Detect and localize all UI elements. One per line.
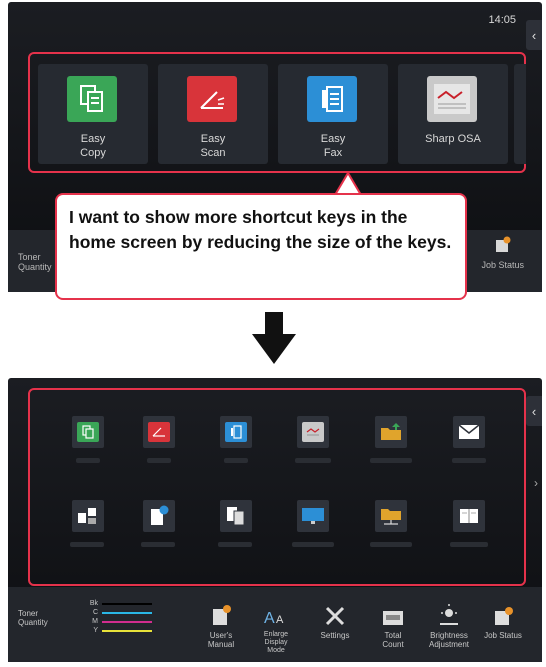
settings-label: Settings bbox=[320, 631, 350, 640]
next-key-peek bbox=[514, 64, 526, 164]
book-key[interactable] bbox=[453, 500, 485, 532]
easy-copy-label: Easy Copy bbox=[80, 133, 106, 159]
total-count-icon bbox=[383, 611, 403, 625]
easy-fax-key[interactable]: Easy Fax bbox=[278, 64, 388, 164]
side-panel-tab[interactable]: ‹ bbox=[526, 20, 542, 50]
key-label-placeholder bbox=[295, 458, 331, 463]
job-status-icon[interactable] bbox=[494, 236, 512, 259]
key-label-placeholder bbox=[224, 458, 248, 463]
email-key[interactable] bbox=[453, 416, 485, 448]
users-manual-icon bbox=[213, 605, 231, 625]
key-label-placeholder bbox=[370, 458, 412, 463]
key-label-placeholder bbox=[141, 542, 175, 547]
job-status-label[interactable]: Job Status bbox=[481, 260, 524, 270]
side-panel-tab[interactable]: ‹ bbox=[526, 396, 542, 426]
easy-copy-key[interactable]: Easy Copy bbox=[38, 64, 148, 164]
toner-bk-bar bbox=[102, 602, 152, 605]
brightness-icon bbox=[440, 604, 458, 625]
sharp-osa-key[interactable] bbox=[297, 416, 329, 448]
settings-icon bbox=[325, 606, 345, 626]
down-arrow-icon bbox=[252, 312, 296, 364]
job-status-button[interactable]: Job Status bbox=[473, 597, 533, 640]
users-manual-button[interactable]: User's Manual bbox=[191, 597, 251, 649]
easy-scan-label: Easy Scan bbox=[200, 133, 226, 159]
easy-fax-label: Easy Fax bbox=[320, 133, 346, 159]
svg-text:A: A bbox=[264, 610, 275, 627]
key-label-placeholder bbox=[450, 542, 488, 547]
key-label-placeholder bbox=[218, 542, 252, 547]
easy-scan-key[interactable] bbox=[143, 416, 175, 448]
callout-box: I want to show more shortcut keys in the… bbox=[55, 193, 467, 300]
key-label-placeholder bbox=[70, 542, 104, 547]
next-page-arrow[interactable]: › bbox=[534, 476, 538, 490]
document-info-key[interactable] bbox=[143, 500, 175, 532]
clock: 14:05 bbox=[488, 14, 516, 26]
callout-text: I want to show more shortcut keys in the… bbox=[69, 207, 452, 252]
toner-c-bar bbox=[102, 611, 152, 614]
job-status-icon bbox=[495, 607, 513, 625]
monitor-icon bbox=[302, 508, 324, 524]
network-folder-key[interactable] bbox=[375, 500, 407, 532]
svg-text:A: A bbox=[276, 614, 284, 626]
key-label-placeholder bbox=[452, 458, 486, 463]
key-label-placeholder bbox=[76, 458, 100, 463]
easy-copy-icon bbox=[77, 422, 99, 442]
folder-send-icon bbox=[381, 423, 401, 440]
easy-copy-icon bbox=[67, 76, 117, 122]
email-icon bbox=[458, 424, 480, 439]
book-icon bbox=[460, 509, 478, 523]
copy-stack-key[interactable] bbox=[220, 500, 252, 532]
enlarge-display-mode-button[interactable]: AA Enlarge Display Mode bbox=[246, 597, 306, 655]
toner-bk-label: Bk bbox=[89, 600, 98, 607]
small-shortcut-keys-highlight bbox=[28, 388, 526, 586]
home-screen-after: ‹ › Toner Quantity Bk C M Y User's Manua… bbox=[8, 378, 542, 662]
toner-m-label: M bbox=[92, 618, 98, 625]
easy-fax-key[interactable] bbox=[220, 416, 252, 448]
enlarge-display-label: Enlarge Display Mode bbox=[263, 631, 289, 654]
easy-copy-key[interactable] bbox=[72, 416, 104, 448]
copy-stack-icon bbox=[227, 507, 245, 526]
monitor-key[interactable] bbox=[297, 500, 329, 532]
folder-send-key[interactable] bbox=[375, 416, 407, 448]
key-label-placeholder bbox=[370, 542, 412, 547]
key-label-placeholder bbox=[147, 458, 171, 463]
sharp-osa-key[interactable]: Sharp OSA bbox=[398, 64, 508, 164]
total-count-button[interactable]: Total Count bbox=[363, 597, 423, 649]
toner-quantity-label: Toner Quantity bbox=[18, 252, 52, 272]
network-folder-icon bbox=[381, 509, 401, 525]
easy-scan-icon bbox=[187, 76, 237, 122]
key-label-placeholder bbox=[292, 542, 334, 547]
document-info-icon bbox=[151, 505, 169, 525]
easy-scan-key[interactable]: Easy Scan bbox=[158, 64, 268, 164]
easy-fax-icon bbox=[225, 422, 247, 442]
copy-multi-key[interactable] bbox=[72, 500, 104, 532]
settings-button[interactable]: Settings bbox=[305, 597, 365, 640]
brightness-label: Brightness Adjustment bbox=[428, 631, 470, 649]
toner-c-label: C bbox=[92, 609, 98, 616]
users-manual-label: User's Manual bbox=[207, 631, 235, 649]
sharp-osa-icon bbox=[302, 422, 324, 442]
easy-scan-icon bbox=[148, 422, 170, 442]
toner-levels[interactable]: Bk C M Y bbox=[88, 599, 152, 635]
sharp-osa-label: Sharp OSA bbox=[425, 133, 481, 145]
toner-m-bar bbox=[102, 620, 152, 623]
total-count-label: Total Count bbox=[382, 631, 404, 649]
toner-y-label: Y bbox=[93, 627, 98, 634]
brightness-adjustment-button[interactable]: Brightness Adjustment bbox=[419, 597, 479, 649]
shortcut-keys-highlight: Easy Copy Easy Scan Easy Fax Sharp OSA bbox=[28, 52, 526, 173]
bottom-status-bar: Toner Quantity Bk C M Y User's Manual AA… bbox=[8, 587, 542, 662]
toner-y-bar bbox=[102, 629, 152, 632]
easy-fax-icon bbox=[307, 76, 357, 122]
toner-quantity-label[interactable]: Toner Quantity bbox=[18, 609, 48, 627]
copy-multi-icon bbox=[78, 508, 96, 524]
sharp-osa-icon bbox=[427, 76, 477, 122]
job-status-label: Job Status bbox=[484, 631, 522, 640]
enlarge-display-icon: AA bbox=[264, 610, 284, 627]
